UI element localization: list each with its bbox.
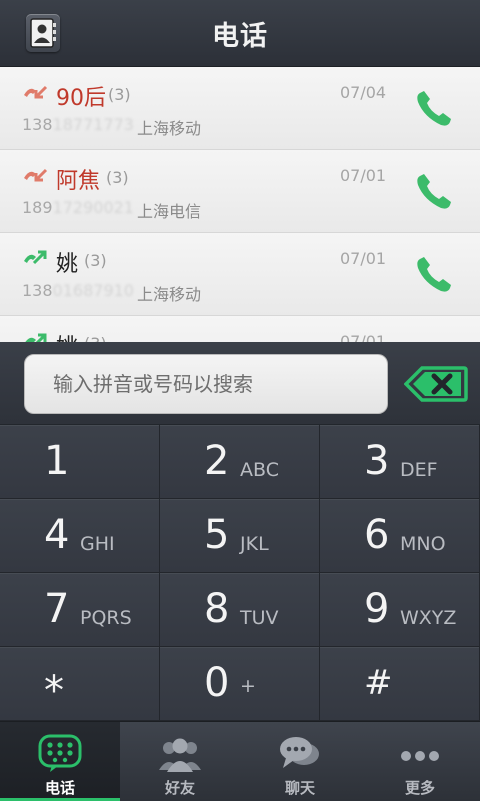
phone-number: 13818771773 — [22, 115, 134, 134]
key-0[interactable]: 0 + — [160, 647, 320, 721]
outgoing-call-icon — [25, 333, 47, 342]
contact-name: 姚 — [56, 329, 78, 342]
key-6[interactable]: 6 MNO — [320, 499, 480, 573]
outgoing-call-icon — [24, 250, 47, 265]
key-5[interactable]: 5 JKL — [160, 499, 320, 573]
dial-keypad: 1 2 ABC 3 DEF 4 GHI 5 JKL 6 MNO 7 PQRS 8 TUV 9W… — [0, 425, 480, 721]
call-date: 07/01 — [340, 249, 387, 268]
bottom-tab-bar: 电话 好友 聊天 更多 — [0, 721, 480, 801]
call-date: 07/01 — [340, 166, 387, 185]
tab-label: 好友 — [164, 779, 195, 797]
phone-number: 18917290021 — [22, 198, 134, 217]
tab-label: 聊天 — [284, 779, 315, 797]
carrier-label: 上海电信 — [137, 202, 202, 221]
tab-more[interactable]: 更多 — [360, 722, 480, 801]
call-count: (3) — [84, 334, 107, 342]
key-1[interactable]: 1 — [0, 425, 160, 499]
key-star[interactable]: * — [0, 647, 160, 721]
search-input[interactable] — [24, 354, 388, 414]
more-icon — [401, 751, 439, 761]
tab-chat[interactable]: 聊天 — [240, 722, 360, 801]
tab-label: 电话 — [44, 779, 75, 797]
tab-friends[interactable]: 好友 — [120, 722, 240, 801]
call-log-row[interactable]: 阿焦 (3) 18917290021 上海电信 07/01 — [0, 150, 480, 233]
key-8[interactable]: 8 TUV — [160, 573, 320, 647]
tab-label: 更多 — [404, 779, 435, 797]
dialpad-icon — [38, 734, 82, 772]
call-log-row[interactable]: 姚 (3) 13801687910 上海移动 07/01 — [0, 233, 480, 316]
call-log-row[interactable]: 90后 (3) 13818771773 上海移动 07/04 — [0, 67, 480, 150]
call-count: (3) — [108, 85, 131, 104]
phone-number: 13801687910 — [22, 281, 134, 300]
contact-name: 姚 — [56, 252, 79, 277]
key-3[interactable]: 3 DEF — [320, 425, 480, 499]
chat-icon — [280, 737, 319, 768]
call-date: 07/04 — [340, 83, 387, 102]
page-title: 电话 — [212, 21, 268, 52]
call-log-list[interactable]: 90后 (3) 13818771773 上海移动 07/04 阿焦 (3) 18… — [0, 67, 480, 342]
tab-phone[interactable]: 电话 — [0, 722, 120, 801]
missed-call-icon — [24, 85, 48, 99]
contact-name: 阿焦 — [56, 169, 101, 194]
carrier-label: 上海移动 — [137, 119, 202, 138]
key-4[interactable]: 4 GHI — [0, 499, 160, 573]
key-hash[interactable]: # — [320, 647, 480, 721]
key-7[interactable]: 7 PQRS — [0, 573, 160, 647]
call-button-phone-icon[interactable] — [414, 255, 454, 295]
call-button-phone-icon[interactable] — [414, 89, 454, 129]
contact-name: 90后 — [56, 86, 106, 111]
call-button-phone-icon[interactable] — [414, 172, 454, 212]
call-date: 07/01 — [340, 332, 387, 342]
call-log-row[interactable]: 姚 (3) 07/01 — [0, 316, 480, 342]
key-2[interactable]: 2 ABC — [160, 425, 320, 499]
call-count: (3) — [106, 168, 129, 187]
app-header: 电话 — [0, 0, 480, 67]
friends-icon — [159, 738, 201, 772]
dialer-search-bar — [0, 342, 480, 425]
carrier-label: 上海移动 — [137, 285, 202, 304]
key-9[interactable]: 9 WXYZ — [320, 573, 480, 647]
missed-call-icon — [24, 168, 48, 182]
backspace-icon[interactable] — [404, 366, 468, 402]
call-count: (3) — [84, 251, 107, 270]
